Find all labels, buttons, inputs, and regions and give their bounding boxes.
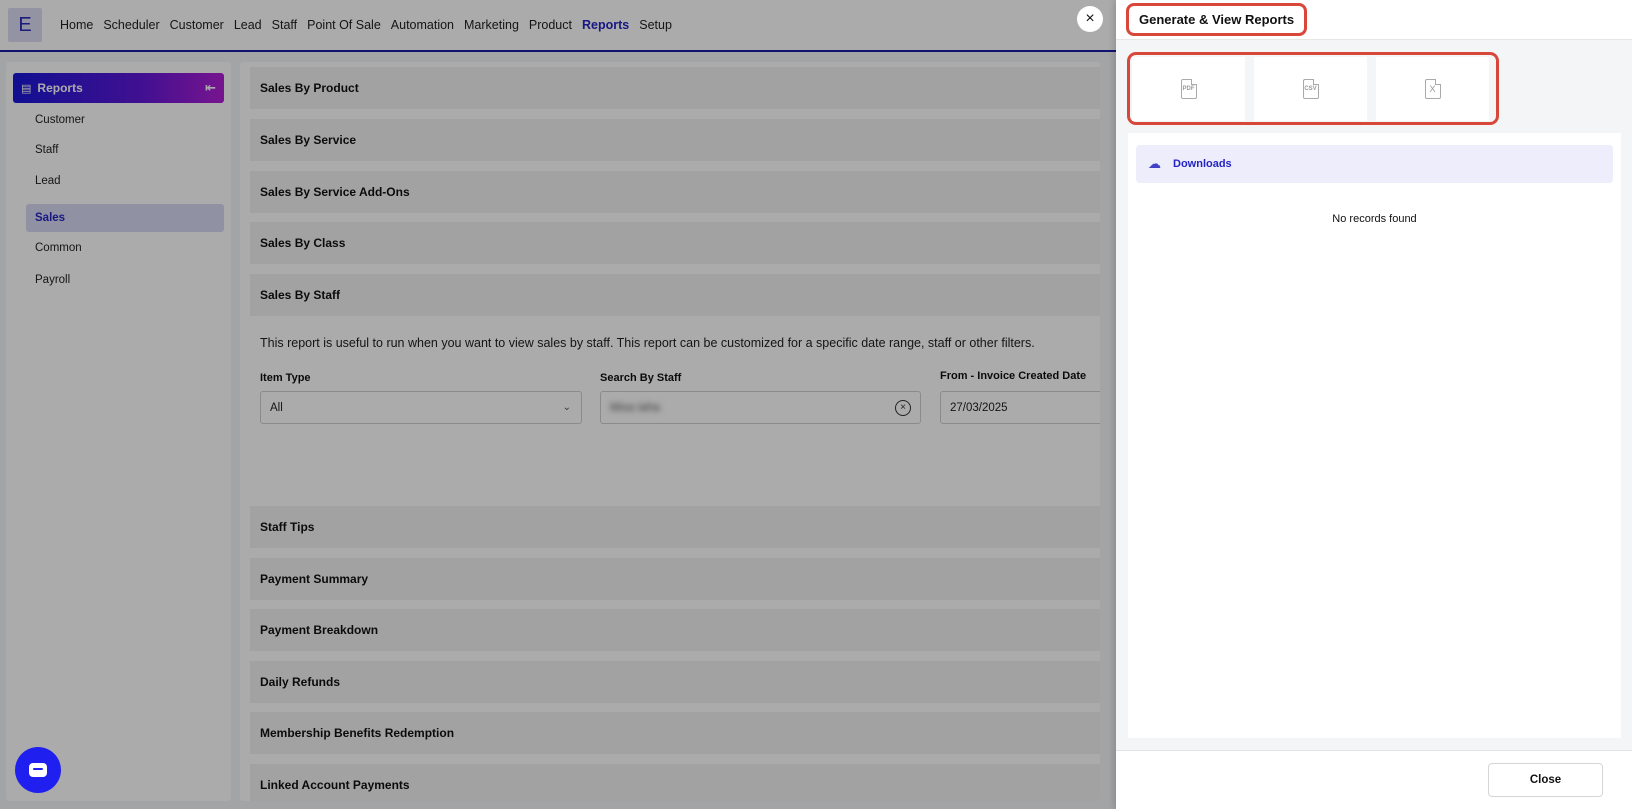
nav-marketing[interactable]: Marketing	[464, 18, 519, 32]
nav-customer[interactable]: Customer	[170, 18, 224, 32]
invoice-date-value: 27/03/2025	[950, 401, 1008, 414]
accordion-sales-by-staff[interactable]: Sales By Staff	[250, 274, 1100, 316]
csv-file-icon: CSV	[1302, 79, 1319, 99]
panel-title: Generate & View Reports	[1126, 3, 1308, 36]
search-by-staff-label: Search By Staff	[600, 372, 682, 384]
accordion-staff-tips[interactable]: Staff Tips	[250, 506, 1100, 548]
sidebar-item-common[interactable]: Common	[26, 234, 224, 262]
invoice-date-label: From - Invoice Created Date	[940, 370, 1087, 382]
search-by-staff-input[interactable]: Mixa Iaha ×	[600, 391, 921, 424]
nav-point-of-sale[interactable]: Point Of Sale	[307, 18, 381, 32]
nav-scheduler[interactable]: Scheduler	[103, 18, 159, 32]
chevron-down-icon: ⌄	[562, 402, 571, 413]
clear-icon[interactable]: ×	[895, 399, 911, 416]
nav-menu: Home Scheduler Customer Lead Staff Point…	[60, 18, 682, 32]
chat-icon	[29, 763, 47, 777]
sidebar-title: Reports	[37, 81, 83, 95]
sidebar-header: ▤ Reports ⇤	[13, 73, 224, 103]
accordion-sales-by-class[interactable]: Sales By Class	[250, 222, 1100, 264]
accordion-daily-refunds[interactable]: Daily Refunds	[250, 661, 1100, 703]
report-description: This report is useful to run when you wa…	[260, 336, 1035, 350]
sidebar-item-staff[interactable]: Staff	[26, 136, 224, 164]
accordion-payment-breakdown[interactable]: Payment Breakdown	[250, 609, 1100, 651]
empty-state-text: No records found	[1332, 213, 1417, 225]
accordion-sales-by-service[interactable]: Sales By Service	[250, 119, 1100, 161]
nav-reports[interactable]: Reports	[582, 18, 629, 32]
generate-reports-panel: Generate & View Reports PDF CSV X ☁ Down…	[1116, 0, 1632, 809]
accordion-sales-by-service-add-ons[interactable]: Sales By Service Add-Ons	[250, 171, 1100, 213]
accordion-payment-summary[interactable]: Payment Summary	[250, 558, 1100, 600]
sidebar-item-sales[interactable]: Sales	[26, 204, 224, 232]
report-list: Sales By Product Sales By Service Sales …	[240, 62, 1100, 801]
app-logo[interactable]: E	[8, 8, 42, 42]
cloud-download-icon: ☁	[1148, 156, 1161, 171]
export-excel-button[interactable]: X	[1376, 57, 1489, 121]
close-panel-icon[interactable]: ×	[1077, 6, 1103, 32]
sidebar-item-customer[interactable]: Customer	[26, 106, 224, 134]
export-csv-button[interactable]: CSV	[1254, 57, 1367, 121]
item-type-value: All	[270, 401, 283, 414]
nav-setup[interactable]: Setup	[639, 18, 672, 32]
panel-header: Generate & View Reports	[1116, 0, 1632, 40]
invoice-date-input[interactable]: 27/03/2025	[940, 391, 1100, 424]
nav-lead[interactable]: Lead	[234, 18, 262, 32]
pdf-file-icon: PDF	[1180, 79, 1197, 99]
accordion-membership-benefits-redemption[interactable]: Membership Benefits Redemption	[250, 712, 1100, 754]
nav-home[interactable]: Home	[60, 18, 93, 32]
downloads-header[interactable]: ☁ Downloads	[1136, 145, 1613, 183]
sidebar-item-lead[interactable]: Lead	[26, 167, 224, 195]
document-icon: ▤	[21, 82, 32, 95]
downloads-section: ☁ Downloads No records found	[1128, 133, 1621, 738]
nav-staff[interactable]: Staff	[272, 18, 297, 32]
accordion-sales-by-product[interactable]: Sales By Product	[250, 67, 1100, 109]
reports-sidebar: ▤ Reports ⇤ Customer Staff Lead Sales Co…	[6, 62, 231, 801]
downloads-label: Downloads	[1173, 158, 1232, 170]
nav-automation[interactable]: Automation	[391, 18, 454, 32]
close-button[interactable]: Close	[1488, 763, 1603, 797]
excel-file-icon: X	[1424, 79, 1441, 99]
item-type-label: Item Type	[260, 372, 311, 384]
accordion-linked-account-payments[interactable]: Linked Account Payments	[250, 764, 1100, 801]
staff-value: Mixa Iaha	[610, 401, 660, 414]
chat-launcher-button[interactable]	[15, 747, 61, 793]
sidebar-item-payroll[interactable]: Payroll	[26, 266, 224, 294]
collapse-sidebar-icon[interactable]: ⇤	[205, 80, 216, 96]
nav-product[interactable]: Product	[529, 18, 572, 32]
export-format-group: PDF CSV X	[1127, 52, 1499, 125]
panel-footer: Close	[1116, 750, 1632, 809]
export-pdf-button[interactable]: PDF	[1132, 57, 1245, 121]
item-type-select[interactable]: All ⌄	[260, 391, 582, 424]
